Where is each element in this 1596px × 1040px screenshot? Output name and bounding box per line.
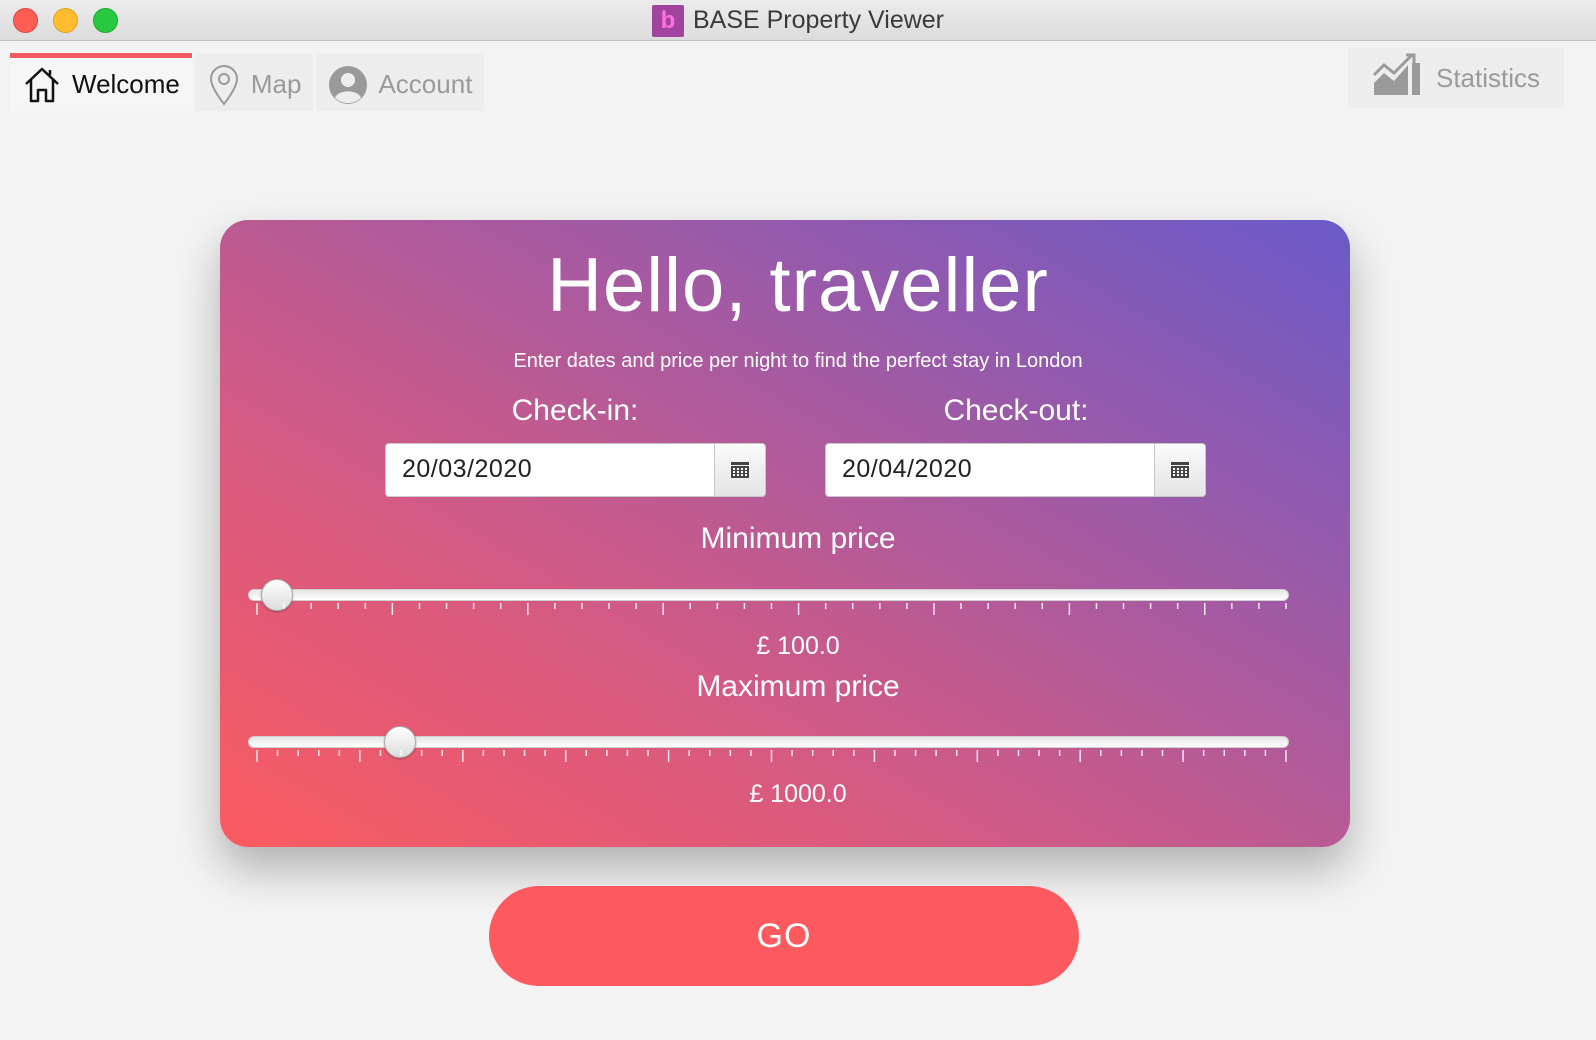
calendar-icon	[731, 462, 749, 478]
account-icon	[328, 65, 368, 105]
page-subtitle: Enter dates and price per night to find …	[513, 350, 1083, 372]
min-price-slider-ticks	[256, 603, 1287, 615]
max-price-value: £ 1000.0	[749, 780, 847, 808]
home-icon	[22, 65, 62, 105]
checkout-label: Check-out:	[943, 394, 1089, 427]
checkout-calendar-button[interactable]	[1154, 444, 1205, 496]
window-title: b BASE Property Viewer	[0, 0, 1596, 41]
tab-account-label: Account	[378, 69, 473, 99]
checkout-date-input[interactable]: 20/04/2020	[826, 444, 1154, 496]
min-price-value: £ 100.0	[756, 632, 840, 660]
map-pin-icon	[207, 64, 241, 106]
checkout-date-picker[interactable]: 20/04/2020	[825, 443, 1206, 497]
checkin-date-picker[interactable]: 20/03/2020	[385, 443, 766, 497]
title-bar: b BASE Property Viewer	[0, 0, 1596, 41]
statistics-label: Statistics	[1435, 62, 1541, 93]
max-price-label: Maximum price	[696, 670, 900, 703]
tab-map[interactable]: Map	[194, 53, 314, 111]
chart-icon	[1372, 53, 1424, 104]
tab-welcome-label: Welcome	[72, 69, 180, 99]
tab-bar: Welcome Map Account	[10, 53, 485, 111]
calendar-icon	[1171, 462, 1189, 478]
tab-map-label: Map	[250, 69, 302, 99]
window-title-text: BASE Property Viewer	[692, 6, 945, 34]
statistics-button[interactable]: Statistics	[1348, 48, 1564, 108]
page-title: Hello, traveller	[547, 243, 1049, 328]
min-price-label: Minimum price	[700, 522, 896, 555]
min-price-slider-track[interactable]	[248, 589, 1289, 601]
checkin-label: Check-in:	[511, 394, 639, 427]
max-price-slider-ticks	[256, 750, 1287, 762]
checkin-date-input[interactable]: 20/03/2020	[386, 444, 714, 496]
tab-welcome[interactable]: Welcome	[10, 53, 192, 111]
app-logo-icon: b	[651, 4, 684, 37]
tab-account[interactable]: Account	[316, 53, 485, 111]
checkin-calendar-button[interactable]	[714, 444, 765, 496]
go-button[interactable]: GO	[489, 886, 1079, 986]
